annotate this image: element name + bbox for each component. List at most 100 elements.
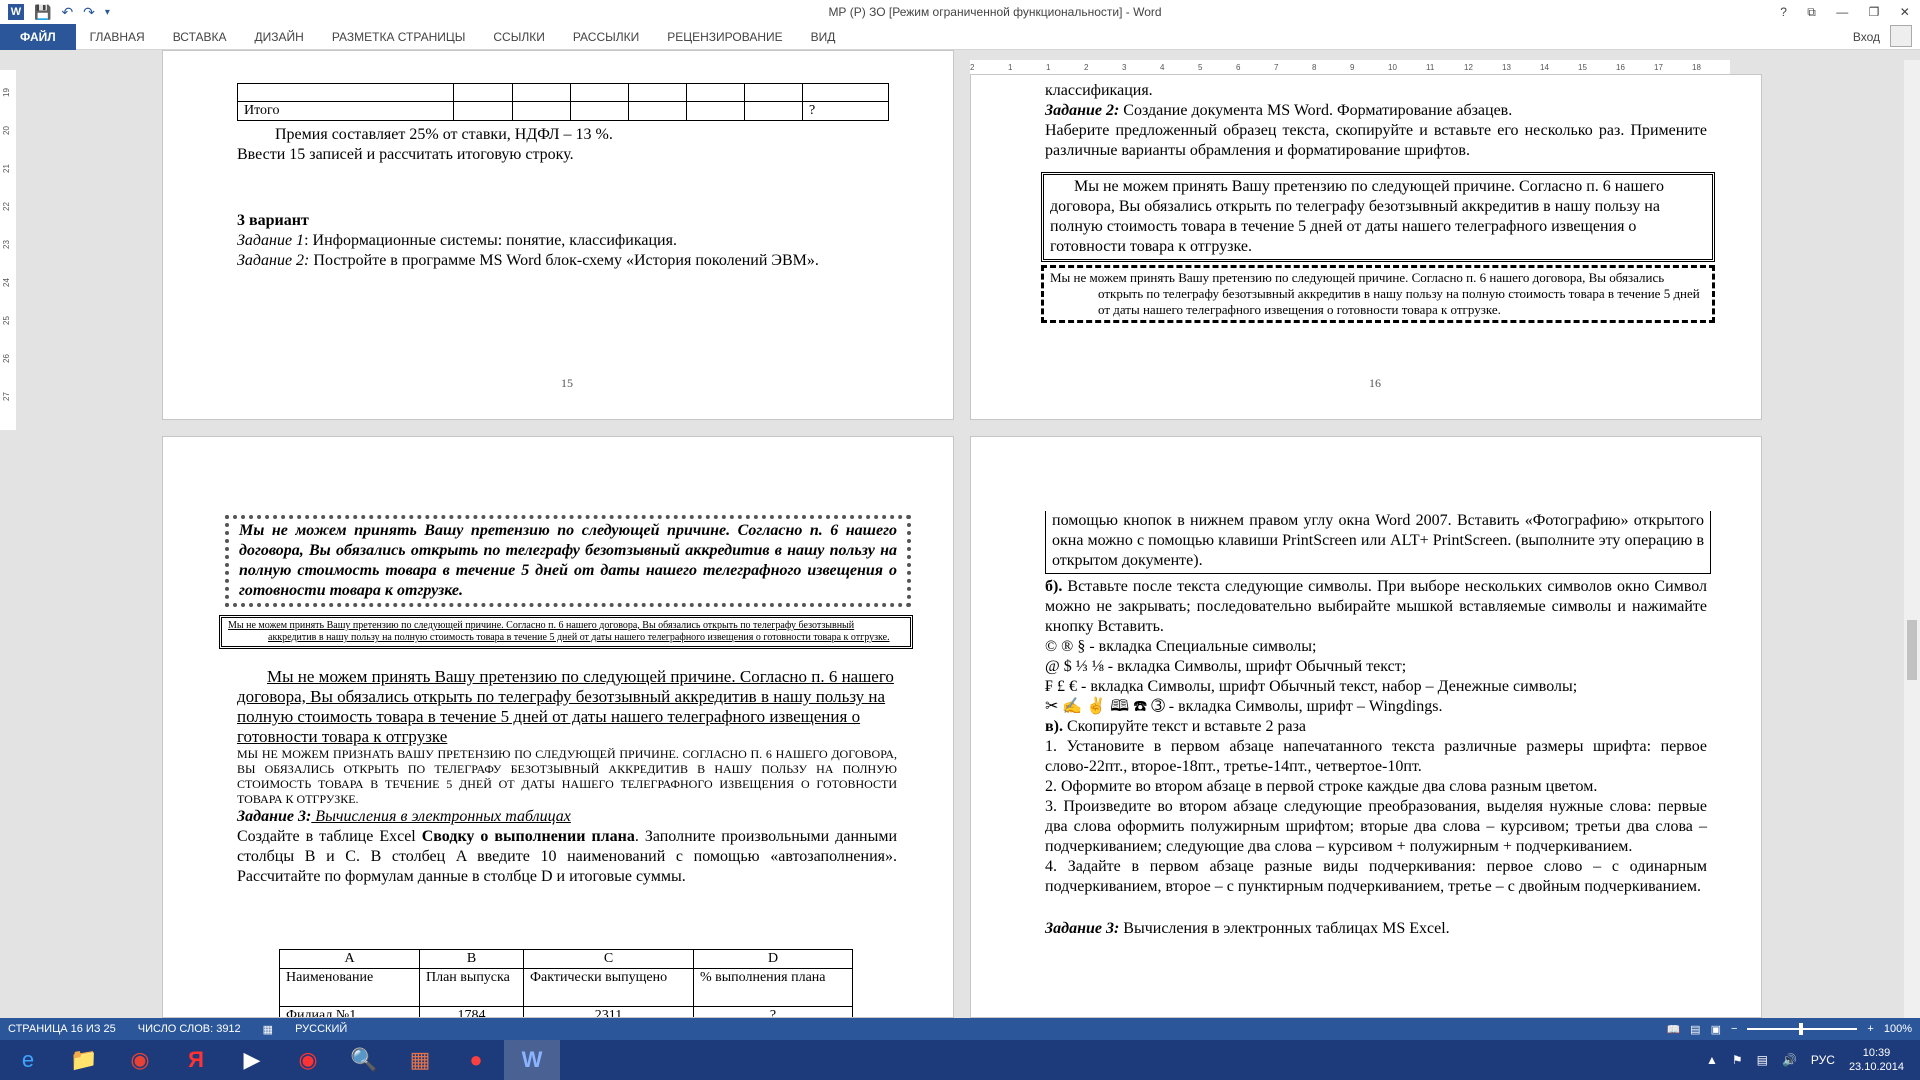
table-col-header: D <box>693 949 853 969</box>
caps-paragraph: МЫ НЕ МОЖЕМ ПРИЗНАТЬ ВАШУ ПРЕТЕНЗИЮ ПО С… <box>237 747 897 806</box>
table-cell: ? <box>802 101 889 121</box>
table-cell: 2311 <box>523 1006 694 1017</box>
paragraph: Создайте в таблице Excel Сводку о выполн… <box>237 828 898 885</box>
print-layout-icon[interactable]: ▤ <box>1690 1023 1700 1036</box>
quick-access-toolbar: W 💾 ↶ ↷ ▾ <box>0 4 220 21</box>
avatar[interactable] <box>1890 25 1912 47</box>
windows-taskbar: e 📁 ◉ Я ▶ ◉ 🔍 ▦ ● W ▲ ⚑ ▤ 🔊 РУС 10:39 23… <box>0 1040 1920 1080</box>
word-icon[interactable]: W <box>504 1040 560 1080</box>
ie-icon[interactable]: e <box>0 1040 56 1080</box>
web-layout-icon[interactable]: ▣ <box>1711 1023 1721 1036</box>
zoom-in-button[interactable]: + <box>1867 1023 1873 1035</box>
ruler-tick: 8 <box>1312 62 1317 72</box>
framed-paragraph: помощью кнопок в нижнем правом углу окна… <box>1045 511 1711 574</box>
horizontal-ruler[interactable]: 2 1 1 2 3 4 5 6 7 8 9 10 11 12 13 14 15 16 17 18 <box>970 60 1730 74</box>
page-counter[interactable]: СТРАНИЦА 16 ИЗ 25 <box>8 1023 116 1035</box>
ruler-tick: 1 <box>1008 62 1013 72</box>
page-17[interactable]: Мы не можем принять Вашу претензию по сл… <box>162 436 954 1018</box>
table-header: % выполнения плана <box>693 968 853 1007</box>
paragraph: © ® § - вкладка Специальные символы; <box>1045 638 1317 655</box>
media-icon[interactable]: ▶ <box>224 1040 280 1080</box>
tab-design[interactable]: ДИЗАЙН <box>241 24 318 50</box>
clock[interactable]: 10:39 23.10.2014 <box>1849 1046 1904 1074</box>
word-count[interactable]: ЧИСЛО СЛОВ: 3912 <box>138 1023 241 1035</box>
ruler-tick: 14 <box>1540 62 1549 72</box>
close-button[interactable]: ✕ <box>1900 5 1910 20</box>
framed-paragraph-solid: Мы не можем принять Вашу претензию по сл… <box>1041 172 1715 262</box>
tab-page-layout[interactable]: РАЗМЕТКА СТРАНИЦЫ <box>318 24 480 50</box>
paragraph: 1. Установите в первом абзаце напечатанн… <box>1045 738 1707 775</box>
maximize-button[interactable]: ❐ <box>1869 5 1880 20</box>
ruler-tick: 9 <box>1350 62 1355 72</box>
ruler-tick: 5 <box>1198 62 1203 72</box>
tab-references[interactable]: ССЫЛКИ <box>479 24 558 50</box>
ruler-tick: 2 <box>970 62 975 72</box>
ruler-tick: 25 <box>1 316 11 325</box>
ruler-tick: 10 <box>1388 62 1397 72</box>
tab-mailings[interactable]: РАССЫЛКИ <box>559 24 653 50</box>
zoom-out-button[interactable]: − <box>1731 1023 1737 1035</box>
explorer-icon[interactable]: 📁 <box>56 1040 112 1080</box>
login-link[interactable]: Вход <box>1853 30 1880 44</box>
tool-icon[interactable]: 🔍 <box>336 1040 392 1080</box>
input-language[interactable]: РУС <box>1811 1053 1835 1067</box>
qat-dropdown-icon[interactable]: ▾ <box>105 7 110 18</box>
chrome-icon[interactable]: ◉ <box>112 1040 168 1080</box>
page-15[interactable]: Итого ? Премия составляет 25% от ставки,… <box>162 50 954 420</box>
framed-paragraph-small: Мы не можем принять Вашу претензию по сл… <box>219 615 913 649</box>
zoom-slider-knob[interactable] <box>1799 1023 1804 1035</box>
redo-icon[interactable]: ↷ <box>83 4 95 21</box>
tab-home[interactable]: ГЛАВНАЯ <box>76 24 159 50</box>
yandex-browser-icon[interactable]: ◉ <box>280 1040 336 1080</box>
language[interactable]: РУССКИЙ <box>295 1023 347 1035</box>
network-icon[interactable]: ▤ <box>1757 1053 1768 1067</box>
vertical-ruler[interactable]: 19 20 21 22 23 24 25 26 27 <box>0 70 16 430</box>
tab-insert[interactable]: ВСТАВКА <box>159 24 241 50</box>
help-button[interactable]: ? <box>1780 5 1787 20</box>
table-cell: ? <box>693 1006 853 1017</box>
undo-icon[interactable]: ↶ <box>61 4 73 21</box>
page-18[interactable]: помощью кнопок в нижнем правом углу окна… <box>970 436 1762 1018</box>
ruler-tick: 17 <box>1654 62 1663 72</box>
paragraph: Ввести 15 записей и рассчитать итоговую … <box>237 146 574 163</box>
zoom-level[interactable]: 100% <box>1884 1023 1912 1035</box>
page-number: 15 <box>561 376 573 390</box>
volume-icon[interactable]: 🔊 <box>1782 1053 1797 1067</box>
paragraph: Задание 3: Вычисления в электронных табл… <box>1045 920 1450 937</box>
underlined-paragraph: Мы не можем принять Вашу претензию по сл… <box>237 667 894 746</box>
variant-heading: 3 вариант <box>237 212 309 229</box>
paragraph: Задание 2: Постройте в программе MS Word… <box>237 252 819 269</box>
minimize-button[interactable]: — <box>1836 5 1848 20</box>
paragraph: в). Скопируйте текст и вставьте 2 раза <box>1045 718 1307 735</box>
show-hidden-icons[interactable]: ▲ <box>1706 1053 1718 1067</box>
page-number: 16 <box>1369 376 1381 390</box>
paragraph: Задание 3: Вычисления в электронных табл… <box>237 808 571 825</box>
proofing-icon[interactable]: ▦ <box>263 1023 273 1036</box>
zoom-slider[interactable] <box>1747 1023 1858 1035</box>
scrollbar-thumb[interactable] <box>1907 620 1917 680</box>
ruler-tick: 3 <box>1122 62 1127 72</box>
paragraph: ₣ £ € - вкладка Символы, шрифт Обычный т… <box>1045 678 1578 695</box>
ruler-tick: 1 <box>1046 62 1051 72</box>
save-icon[interactable]: 💾 <box>34 4 51 21</box>
table-col-header: C <box>523 949 694 969</box>
tab-review[interactable]: РЕЦЕНЗИРОВАНИЕ <box>653 24 796 50</box>
recorder-icon[interactable]: ● <box>448 1040 504 1080</box>
table-header: Фактически выпущено <box>523 968 694 1007</box>
paragraph: 3. Произведите во втором абзаце следующи… <box>1045 798 1707 855</box>
ruler-tick: 16 <box>1616 62 1625 72</box>
yandex-icon[interactable]: Я <box>168 1040 224 1080</box>
flag-icon[interactable]: ⚑ <box>1732 1053 1743 1067</box>
ribbon-display-button[interactable]: ⧉ <box>1807 5 1816 20</box>
ruler-tick: 6 <box>1236 62 1241 72</box>
paragraph: Наберите предложенный образец текста, ск… <box>1045 122 1707 159</box>
presentation-icon[interactable]: ▦ <box>392 1040 448 1080</box>
tab-file[interactable]: ФАЙЛ <box>0 23 76 50</box>
read-mode-icon[interactable]: 📖 <box>1666 1023 1680 1036</box>
vertical-scrollbar[interactable] <box>1904 60 1920 1020</box>
page-16[interactable]: классификация. Задание 2: Создание докум… <box>970 74 1762 420</box>
table-cell: Итого <box>236 101 455 121</box>
ruler-tick: 26 <box>1 354 11 363</box>
ruler-tick: 4 <box>1160 62 1165 72</box>
tab-view[interactable]: ВИД <box>797 24 850 50</box>
